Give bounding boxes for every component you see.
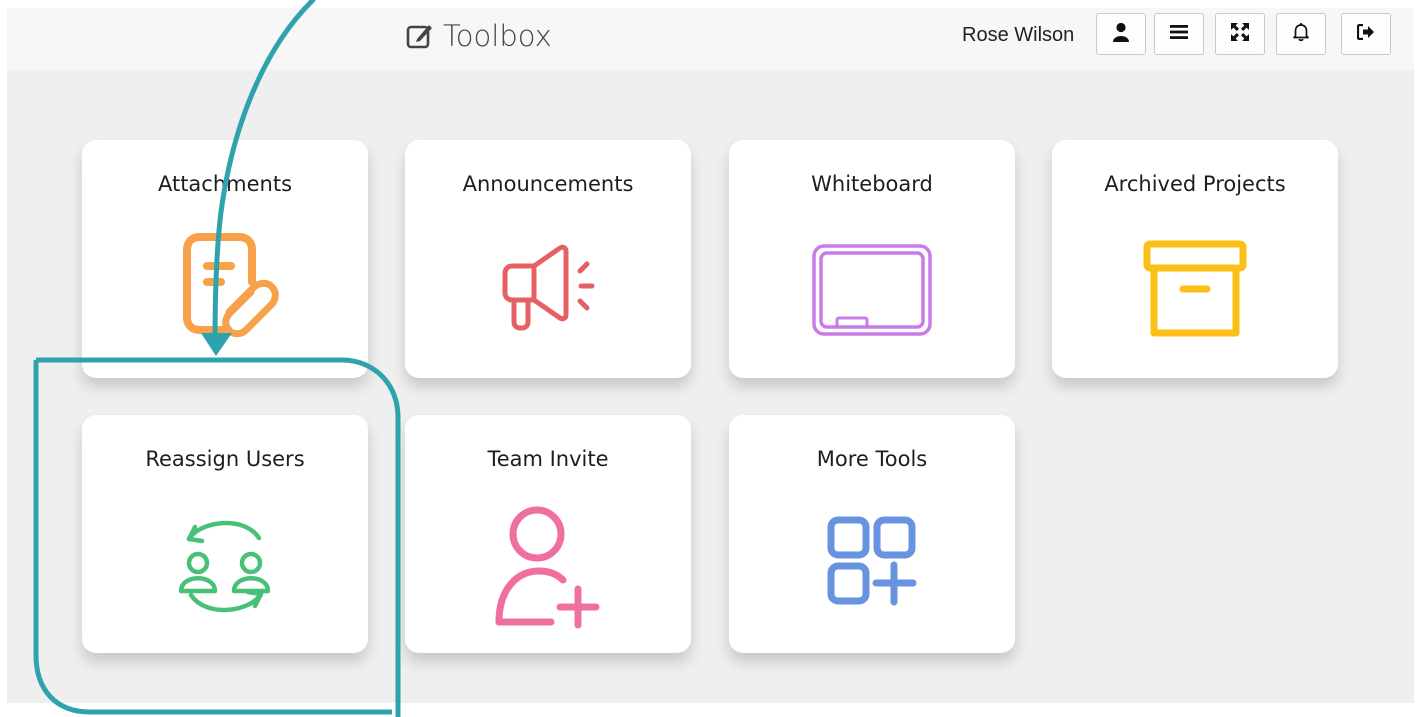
archive-box-icon xyxy=(1052,226,1338,346)
expand-icon xyxy=(1230,22,1250,47)
tool-card-label: Archived Projects xyxy=(1104,172,1286,196)
tool-card-team-invite[interactable]: Team Invite xyxy=(405,415,691,653)
edit-icon xyxy=(405,21,435,51)
tool-card-label: Whiteboard xyxy=(811,172,933,196)
bell-icon xyxy=(1292,22,1310,47)
tool-card-label: Team Invite xyxy=(487,447,609,471)
notifications-button[interactable] xyxy=(1276,13,1326,55)
tool-card-label: Announcements xyxy=(462,172,634,196)
profile-button[interactable] xyxy=(1096,13,1146,55)
megaphone-icon xyxy=(405,226,691,346)
top-bar: Toolbox Rose Wilson xyxy=(7,8,1414,70)
attachment-document-icon xyxy=(82,226,368,346)
sign-out-icon xyxy=(1356,23,1375,45)
bars-icon xyxy=(1170,24,1188,45)
tool-card-more-tools[interactable]: More Tools xyxy=(729,415,1015,653)
tool-card-label: Reassign Users xyxy=(145,447,305,471)
whiteboard-icon xyxy=(729,226,1015,346)
add-user-icon xyxy=(405,501,691,631)
user-icon xyxy=(1112,22,1130,47)
tool-card-attachments[interactable]: Attachments xyxy=(82,140,368,378)
app-title-text: Toolbox xyxy=(443,19,552,53)
tool-card-whiteboard[interactable]: Whiteboard xyxy=(729,140,1015,378)
reassign-users-icon xyxy=(82,501,368,621)
menu-button[interactable] xyxy=(1154,13,1204,55)
tool-card-reassign-users[interactable]: Reassign Users xyxy=(82,415,368,653)
app-title: Toolbox xyxy=(405,16,552,56)
fullscreen-button[interactable] xyxy=(1215,13,1265,55)
tool-card-archived-projects[interactable]: Archived Projects xyxy=(1052,140,1338,378)
tool-card-announcements[interactable]: Announcements xyxy=(405,140,691,378)
tool-card-label: More Tools xyxy=(816,447,928,471)
tool-card-label: Attachments xyxy=(157,172,293,196)
logout-button[interactable] xyxy=(1341,13,1391,55)
user-name[interactable]: Rose Wilson xyxy=(962,23,1074,47)
more-tools-grid-icon xyxy=(729,501,1015,621)
